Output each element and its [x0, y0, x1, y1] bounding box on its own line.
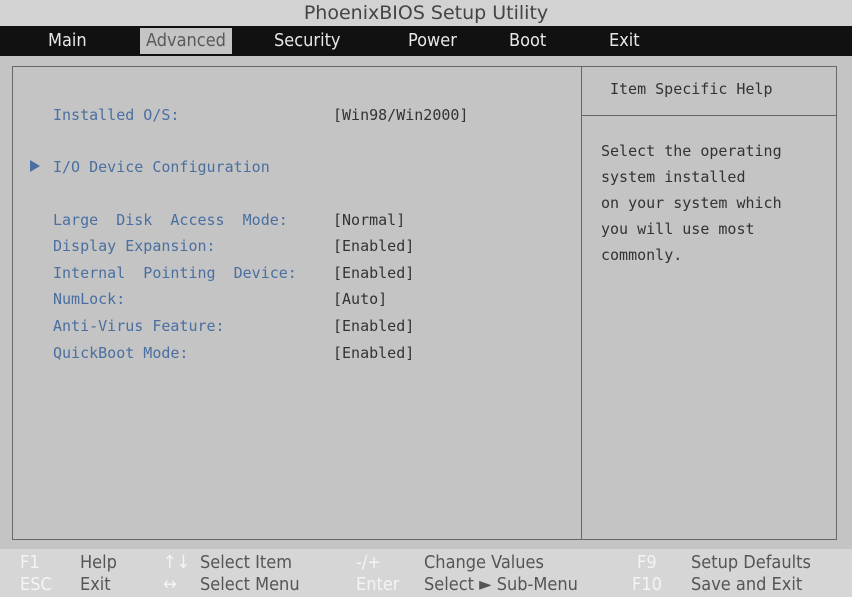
quickboot-label[interactable]: QuickBoot Mode:	[53, 344, 188, 362]
pointing-device-label[interactable]: Internal Pointing Device:	[53, 264, 297, 282]
help-line: on your system which	[601, 194, 782, 212]
help-line: system installed	[601, 168, 746, 186]
help-key-label: Help	[80, 552, 117, 573]
f9-key: F9	[637, 552, 657, 573]
select-item-label: Select Item	[200, 552, 292, 573]
large-disk-access-label[interactable]: Large Disk Access Mode:	[53, 211, 288, 229]
main-panel	[12, 66, 837, 540]
exit-key-label: Exit	[80, 574, 111, 595]
display-expansion-label[interactable]: Display Expansion:	[53, 237, 216, 255]
anti-virus-label[interactable]: Anti-Virus Feature:	[53, 317, 225, 335]
select-submenu-label: Select ► Sub-Menu	[424, 574, 578, 595]
f10-key: F10	[632, 574, 662, 595]
setup-defaults-label: Setup Defaults	[691, 552, 811, 573]
select-menu-label: Select Menu	[200, 574, 300, 595]
installed-os-value[interactable]: [Win98/Win2000]	[333, 106, 468, 124]
help-title: Item Specific Help	[610, 80, 773, 98]
save-and-exit-label: Save and Exit	[691, 574, 803, 595]
help-divider	[582, 115, 837, 116]
help-line: Select the operating	[601, 142, 782, 160]
numlock-value[interactable]: [Auto]	[333, 290, 387, 308]
menu-advanced[interactable]: Advanced	[140, 28, 232, 54]
installed-os-label[interactable]: Installed O/S:	[53, 106, 179, 124]
left-right-arrows-icon: ↔	[163, 574, 177, 595]
menu-bar: Main Advanced Security Power Boot Exit	[0, 26, 852, 56]
help-line: commonly.	[601, 246, 683, 264]
help-line: you will use most	[601, 220, 755, 238]
submenu-arrow-icon	[30, 160, 40, 172]
anti-virus-value[interactable]: [Enabled]	[333, 317, 414, 335]
change-values-label: Change Values	[424, 552, 544, 573]
numlock-label[interactable]: NumLock:	[53, 290, 125, 308]
pointing-device-value[interactable]: [Enabled]	[333, 264, 414, 282]
display-expansion-value[interactable]: [Enabled]	[333, 237, 414, 255]
app-title: PhoenixBIOS Setup Utility	[0, 0, 852, 26]
menu-power[interactable]: Power	[402, 26, 463, 56]
menu-boot[interactable]: Boot	[503, 26, 552, 56]
panel-divider	[581, 67, 582, 539]
menu-main[interactable]: Main	[42, 26, 93, 56]
plus-minus-key: -/+	[356, 552, 381, 573]
up-down-arrows-icon: ↑↓	[163, 552, 191, 573]
enter-key: Enter	[356, 574, 400, 595]
menu-exit[interactable]: Exit	[603, 26, 646, 56]
key-legend: F1 Help ↑↓ Select Item -/+ Change Values…	[0, 549, 852, 597]
menu-security[interactable]: Security	[268, 26, 347, 56]
io-device-config-item[interactable]: I/O Device Configuration	[53, 158, 270, 176]
quickboot-value[interactable]: [Enabled]	[333, 344, 414, 362]
large-disk-access-value[interactable]: [Normal]	[333, 211, 405, 229]
f1-key: F1	[20, 552, 40, 573]
esc-key: ESC	[20, 574, 52, 595]
